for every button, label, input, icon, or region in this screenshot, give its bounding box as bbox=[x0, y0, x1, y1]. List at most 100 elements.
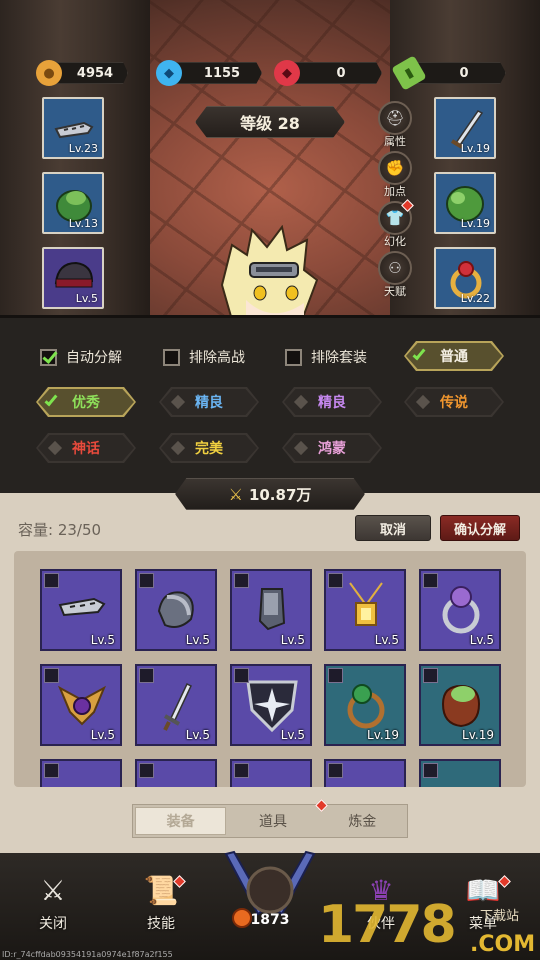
skill-button[interactable]: 📜 技能 bbox=[126, 871, 196, 933]
talent-button[interactable]: ⚇ 天赋 bbox=[376, 251, 414, 299]
quality-label: 精良 bbox=[318, 395, 346, 411]
capacity-label: 容量: 23/50 bbox=[18, 521, 102, 539]
select-checkbox[interactable] bbox=[328, 573, 343, 588]
inventory-item[interactable] bbox=[324, 759, 406, 787]
slot-level: Lv.19 bbox=[460, 142, 490, 155]
tab-items[interactable]: 道具 bbox=[228, 799, 328, 837]
inventory-item[interactable]: Lv.5 bbox=[419, 569, 501, 651]
item-level: Lv.19 bbox=[462, 728, 494, 742]
close-button[interactable]: ⚔ 关闭 bbox=[18, 871, 88, 933]
quality-label: 鸿蒙 bbox=[318, 441, 346, 457]
quality-hongmeng-toggle[interactable]: 鸿蒙 bbox=[282, 433, 382, 463]
checkbox-checked bbox=[40, 348, 57, 366]
equip-slot-gloves[interactable]: Lv.13 bbox=[42, 172, 104, 234]
user-id: ID:r_74cffdab09354191a0974e1f87a2f155 bbox=[2, 950, 173, 959]
battle-button[interactable]: 1873 bbox=[212, 848, 328, 943]
inventory-item[interactable]: Lv.19 bbox=[324, 664, 406, 746]
select-checkbox[interactable] bbox=[328, 763, 343, 778]
inventory-item[interactable]: Lv.5 bbox=[40, 664, 122, 746]
quality-fine-blue-toggle[interactable]: 精良 bbox=[159, 387, 259, 417]
select-checkbox[interactable] bbox=[234, 573, 249, 588]
inventory-item[interactable]: Lv.5 bbox=[230, 664, 312, 746]
select-checkbox[interactable] bbox=[44, 763, 59, 778]
quality-label: 优秀 bbox=[72, 395, 100, 411]
exclude-set-checkbox[interactable]: 排除套装 bbox=[285, 347, 367, 367]
ruby-counter[interactable]: ◆ 0 bbox=[274, 60, 382, 86]
skill-label: 技能 bbox=[147, 916, 175, 932]
watermark-sub: 下载站 bbox=[480, 909, 520, 924]
attributes-label: 属性 bbox=[384, 135, 406, 148]
fist-icon: ✊ bbox=[378, 151, 412, 185]
select-checkbox[interactable] bbox=[234, 668, 249, 683]
equip-slot-ring[interactable]: Lv.22 bbox=[434, 247, 496, 309]
ruby-value: 0 bbox=[336, 65, 346, 81]
equip-slot-weapon[interactable]: Lv.19 bbox=[434, 97, 496, 159]
exclude-high-power-checkbox[interactable]: 排除高战 bbox=[163, 347, 245, 367]
gold-counter[interactable]: ● 4954 bbox=[36, 60, 128, 86]
inventory-item[interactable] bbox=[230, 759, 312, 787]
quality-common-toggle[interactable]: 普通 bbox=[404, 341, 504, 371]
coin-icon: ● bbox=[36, 60, 62, 86]
auto-decompose-label: 自动分解 bbox=[66, 350, 122, 366]
item-level: Lv.19 bbox=[367, 728, 399, 742]
select-checkbox[interactable] bbox=[328, 668, 343, 683]
quality-perfect-toggle[interactable]: 完美 bbox=[159, 433, 259, 463]
quality-myth-toggle[interactable]: 神话 bbox=[36, 433, 136, 463]
inventory-item[interactable]: Lv.5 bbox=[40, 569, 122, 651]
quality-fine-purple-toggle[interactable]: 精良 bbox=[282, 387, 382, 417]
watermark-com: .COM bbox=[470, 932, 536, 957]
item-level: Lv.5 bbox=[90, 633, 115, 647]
slot-level: Lv.23 bbox=[68, 142, 98, 155]
item-level: Lv.5 bbox=[90, 728, 115, 742]
tab-items-label: 道具 bbox=[258, 814, 287, 830]
cancel-button[interactable]: 取消 bbox=[355, 515, 431, 541]
inventory-item[interactable]: Lv.19 bbox=[419, 664, 501, 746]
inventory-item[interactable]: Lv.5 bbox=[135, 664, 217, 746]
inventory-item[interactable] bbox=[40, 759, 122, 787]
select-checkbox[interactable] bbox=[423, 573, 438, 588]
inventory-tabs: 装备 道具 炼金 bbox=[132, 799, 408, 838]
select-checkbox[interactable] bbox=[234, 763, 249, 778]
inventory-item[interactable]: Lv.5 bbox=[324, 569, 406, 651]
transmog-button[interactable]: 👕 幻化 bbox=[376, 199, 414, 249]
confirm-decompose-button[interactable]: 确认分解 bbox=[440, 515, 520, 541]
inventory-item[interactable]: Lv.5 bbox=[230, 569, 312, 651]
stamina-counter[interactable]: ▮ 0 bbox=[391, 55, 506, 91]
quality-legend-toggle[interactable]: 传说 bbox=[404, 387, 504, 417]
select-checkbox[interactable] bbox=[44, 668, 59, 683]
select-checkbox[interactable] bbox=[139, 573, 154, 588]
diamond-counter[interactable]: ◆ 1155 bbox=[156, 60, 262, 86]
stamina-value: 0 bbox=[459, 65, 469, 81]
add-points-label: 加点 bbox=[384, 185, 406, 198]
equip-slot-armor[interactable]: Lv.19 bbox=[434, 172, 496, 234]
select-checkbox[interactable] bbox=[423, 763, 438, 778]
power-value: 10.87万 bbox=[248, 485, 312, 504]
red-gem-icon: ◆ bbox=[274, 60, 300, 86]
inventory-item[interactable]: Lv.5 bbox=[135, 569, 217, 651]
slot-level: Lv.5 bbox=[75, 292, 98, 305]
crossed-swords-icon: ⚔ bbox=[228, 484, 243, 504]
tab-alchemy[interactable]: 炼金 bbox=[318, 805, 407, 837]
select-checkbox[interactable] bbox=[139, 668, 154, 683]
attributes-button[interactable]: ⛑ 属性 bbox=[376, 101, 414, 149]
exclude-high-power-label: 排除高战 bbox=[189, 350, 245, 366]
quality-good-toggle[interactable]: 优秀 bbox=[36, 387, 136, 417]
select-checkbox[interactable] bbox=[44, 573, 59, 588]
select-checkbox[interactable] bbox=[139, 763, 154, 778]
slot-level: Lv.22 bbox=[460, 292, 490, 305]
menu-book-icon: 📖 bbox=[465, 873, 501, 907]
select-checkbox[interactable] bbox=[423, 668, 438, 683]
diamond-value: 1155 bbox=[203, 65, 241, 81]
inventory-item[interactable] bbox=[135, 759, 217, 787]
equip-slot-cap[interactable]: Lv.5 bbox=[42, 247, 104, 309]
auto-decompose-checkbox[interactable]: 自动分解 bbox=[40, 347, 122, 367]
battle-value: 1873 bbox=[250, 912, 290, 928]
tab-equipment[interactable]: 装备 bbox=[135, 807, 227, 835]
checkbox-unchecked bbox=[285, 348, 302, 366]
item-level: Lv.5 bbox=[280, 728, 305, 742]
inventory-panel: 容量: 23/50 取消 确认分解 Lv.5 Lv.5 Lv.5 Lv.5 Lv… bbox=[0, 493, 540, 853]
crossed-swords-icon: ⚔ bbox=[40, 873, 66, 907]
equip-slot-helmet[interactable]: Lv.23 bbox=[42, 97, 104, 159]
add-points-button[interactable]: ✊ 加点 bbox=[376, 151, 414, 199]
inventory-item[interactable] bbox=[419, 759, 501, 787]
